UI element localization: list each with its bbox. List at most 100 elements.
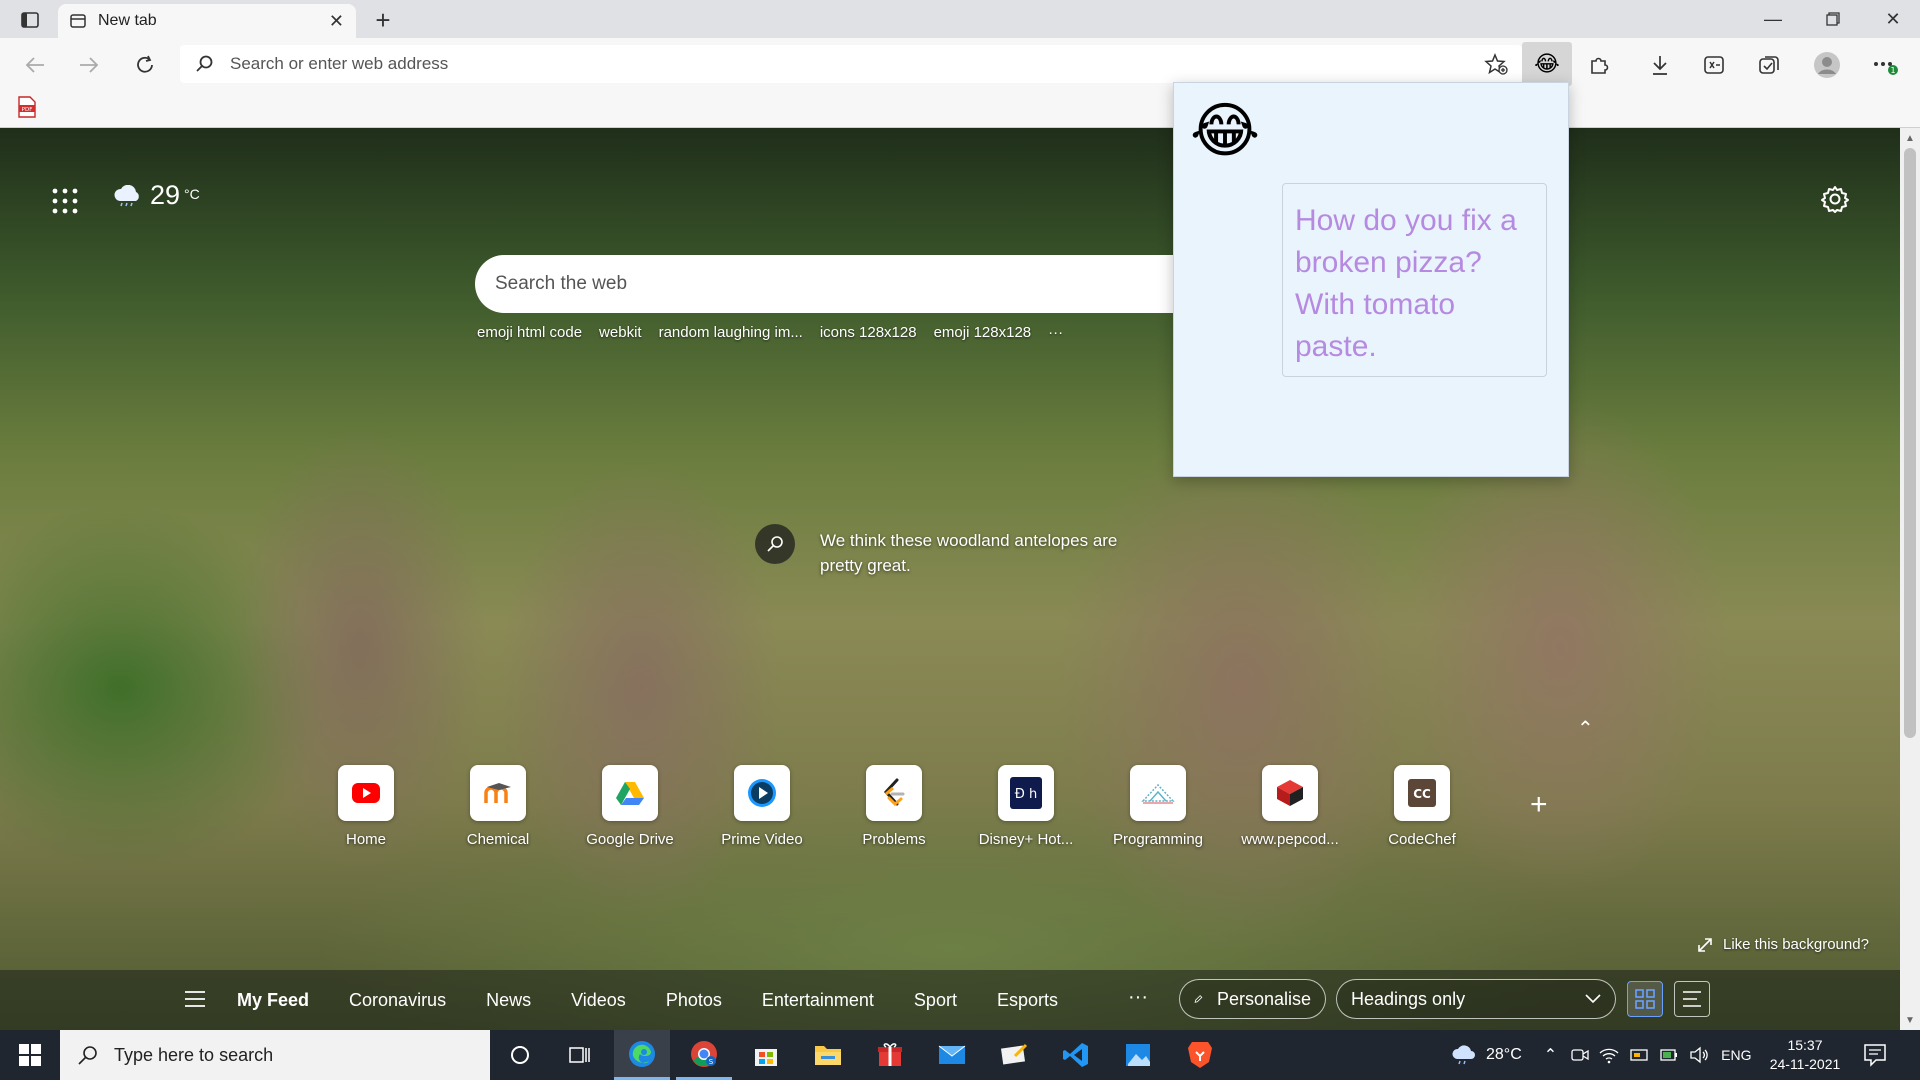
personalise-button[interactable]: Personalise (1179, 979, 1326, 1019)
clock[interactable]: 15:37 24-11-2021 (1768, 1036, 1842, 1074)
chevron-up-icon[interactable]: ⌃ (1544, 1045, 1557, 1065)
taskbar-whiteboard[interactable] (986, 1030, 1042, 1080)
chevron-up-icon[interactable]: ⌃ (1577, 716, 1594, 741)
battery-icon[interactable] (1659, 1046, 1679, 1064)
taskbar-mail[interactable] (924, 1030, 980, 1080)
quick-link[interactable]: Ð h Disney+ Hot... (960, 765, 1092, 848)
taskbar-edge[interactable] (614, 1030, 670, 1080)
web-capture-button[interactable] (1697, 48, 1731, 82)
hamburger-menu-icon[interactable] (184, 990, 206, 1008)
cortana-button[interactable] (492, 1030, 548, 1080)
notifications-icon[interactable] (1862, 1042, 1888, 1068)
add-quick-link-button[interactable]: + (1530, 788, 1548, 822)
close-tab-icon[interactable]: ✕ (329, 11, 344, 32)
add-favorite-icon[interactable] (1484, 53, 1508, 75)
quick-link[interactable]: Prime Video (696, 765, 828, 848)
back-arrow-icon (25, 57, 44, 73)
task-view-icon (569, 1047, 590, 1063)
quick-link[interactable]: Chemical (432, 765, 564, 848)
forward-button[interactable] (72, 48, 106, 82)
image-caption[interactable]: We think these woodland antelopes are pr… (820, 528, 1150, 578)
tab-my-feed[interactable]: My Feed (237, 990, 309, 1011)
visual-search-icon[interactable] (755, 524, 795, 564)
scrollbar[interactable]: ▲ ▼ (1900, 128, 1920, 1030)
taskbar-vscode[interactable] (1048, 1030, 1104, 1080)
suggestion-chip[interactable]: emoji html code (477, 324, 582, 341)
suggestion-chip[interactable]: random laughing im... (659, 324, 803, 341)
taskbar-store[interactable] (738, 1030, 794, 1080)
tab-photos[interactable]: Photos (666, 990, 722, 1011)
taskbar-chrome[interactable]: S (676, 1030, 732, 1080)
scroll-down-icon[interactable]: ▼ (1900, 1012, 1920, 1028)
scroll-up-icon[interactable]: ▲ (1900, 130, 1920, 146)
wifi-icon[interactable] (1599, 1046, 1619, 1064)
whiteboard-icon (1000, 1043, 1028, 1065)
mobile-hotspot-icon[interactable] (1629, 1046, 1649, 1064)
quick-link[interactable]: Programming (1092, 765, 1224, 848)
tab-videos[interactable]: Videos (571, 990, 626, 1011)
start-button[interactable] (0, 1030, 60, 1080)
volume-icon[interactable] (1689, 1046, 1709, 1064)
tab-actions-button[interactable] (14, 8, 46, 32)
more-suggestions-button[interactable]: ··· (1048, 324, 1063, 341)
suggestion-chip[interactable]: webkit (599, 324, 642, 341)
quick-link[interactable]: www.pepcod... (1224, 765, 1356, 848)
windows-logo-icon (19, 1044, 41, 1066)
suggestion-chip[interactable]: icons 128x128 (820, 324, 917, 341)
svg-text:Ð h: Ð h (1015, 787, 1037, 802)
minimize-button[interactable]: — (1746, 0, 1800, 38)
downloads-button[interactable] (1643, 48, 1677, 82)
web-search-box[interactable] (475, 255, 1175, 313)
quick-link[interactable]: Home (300, 765, 432, 848)
quick-link[interactable]: CC CodeChef (1356, 765, 1488, 848)
restore-button[interactable] (1806, 0, 1860, 38)
list-view-button[interactable] (1674, 981, 1710, 1017)
tab-entertainment[interactable]: Entertainment (762, 990, 874, 1011)
meet-now-icon[interactable] (1571, 1046, 1589, 1064)
taskbar-gift-app[interactable] (862, 1030, 918, 1080)
collections-button[interactable] (1752, 48, 1786, 82)
app-launcher-icon[interactable] (52, 188, 78, 214)
weather-widget[interactable]: 29 °C (112, 180, 200, 211)
chrome-icon: S (691, 1040, 717, 1067)
tab-news[interactable]: News (486, 990, 531, 1011)
joke-extension-button[interactable]: 😂 (1522, 42, 1572, 86)
pdf-bookmark-icon[interactable]: PDF (18, 96, 36, 118)
tab-sport[interactable]: Sport (914, 990, 957, 1011)
new-tab-button[interactable]: + (368, 5, 398, 35)
taskbar-file-explorer[interactable] (800, 1030, 856, 1080)
grid-view-button[interactable] (1627, 981, 1663, 1017)
feed-more-button[interactable]: ··· (1128, 986, 1148, 1009)
settings-more-button[interactable]: 1 (1868, 48, 1902, 82)
taskbar-brave[interactable] (1172, 1030, 1228, 1080)
close-window-button[interactable]: ✕ (1866, 0, 1920, 38)
cloud-rain-icon[interactable] (1450, 1045, 1478, 1065)
refresh-button[interactable] (128, 48, 162, 82)
tab-coronavirus[interactable]: Coronavirus (349, 990, 446, 1011)
page-settings-icon[interactable] (1820, 184, 1850, 214)
address-input[interactable] (230, 54, 1330, 74)
quick-link[interactable]: Google Drive (564, 765, 696, 848)
svg-text:PDF: PDF (22, 107, 33, 113)
layout-select[interactable]: Headings only (1336, 979, 1616, 1019)
task-view-button[interactable] (552, 1030, 608, 1080)
tab-new-tab[interactable]: New tab ✕ (58, 4, 356, 38)
back-button[interactable] (18, 48, 52, 82)
scrollbar-thumb[interactable] (1904, 148, 1916, 738)
profile-button[interactable] (1810, 48, 1844, 82)
web-search-input[interactable] (495, 273, 1095, 295)
more-dots-icon: 1 (1874, 62, 1898, 75)
extensions-button[interactable] (1582, 48, 1616, 82)
suggestion-chip[interactable]: emoji 128x128 (934, 324, 1032, 341)
tab-esports[interactable]: Esports (997, 990, 1058, 1011)
language-indicator[interactable]: ENG (1721, 1047, 1751, 1063)
image-info[interactable]: We think these woodland antelopes are pr… (755, 524, 1150, 578)
taskbar-search[interactable]: Type here to search (60, 1030, 490, 1080)
taskbar-weather-temp[interactable]: 28°C (1486, 1046, 1522, 1064)
like-background-link[interactable]: Like this background? (1697, 936, 1869, 953)
vscode-icon (1063, 1043, 1088, 1067)
taskbar-photos[interactable] (1110, 1030, 1166, 1080)
list-icon (1683, 991, 1701, 1007)
quick-link[interactable]: Problems (828, 765, 960, 848)
address-bar[interactable] (180, 45, 1522, 83)
